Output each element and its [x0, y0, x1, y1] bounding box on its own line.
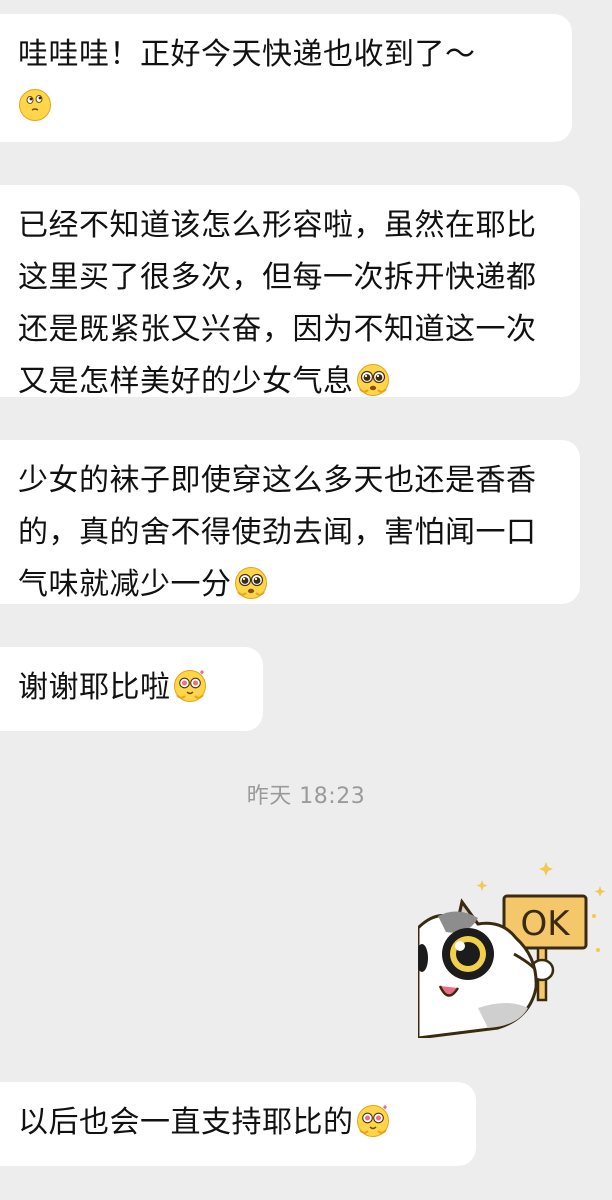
message-bubble[interactable]: 已经不知道该怎么形容啦，虽然在耶比这里买了很多次，但每一次拆开快递都还是既紧张又…: [0, 185, 580, 399]
message-timestamp: 昨天 18:23: [246, 784, 366, 809]
message-bubble[interactable]: 谢谢耶比啦: [0, 647, 263, 731]
cat-ok-sign-sticker[interactable]: OK: [418, 858, 608, 1038]
message-text: 已经不知道该怎么形容啦，虽然在耶比这里买了很多次，但每一次拆开快递都还是既紧张又…: [18, 208, 537, 399]
message-bubble[interactable]: 哇哇哇！正好今天快递也收到了～: [0, 14, 572, 142]
message-text: 少女的袜子即使穿这么多天也还是香香的，真的舍不得使劲去闻，害怕闻一口气味就减少一…: [18, 463, 537, 602]
chat-history[interactable]: 哇哇哇！正好今天快递也收到了～ 已经不知道该怎么形容啦，虽然在耶比这里买了很多次…: [0, 0, 612, 1200]
pleading-face-emoji-icon: [234, 566, 268, 600]
message-text: 以后也会一直支持耶比的: [18, 1105, 354, 1140]
message-text: 哇哇哇！正好今天快递也收到了～: [18, 37, 476, 72]
thinking-face-emoji-icon: [18, 88, 52, 122]
heart-eyes-pleading-emoji-icon: [173, 669, 207, 703]
pleading-face-emoji-icon: [356, 363, 390, 397]
message-bubble[interactable]: 少女的袜子即使穿这么多天也还是香香的，真的舍不得使劲去闻，害怕闻一口气味就减少一…: [0, 440, 580, 604]
heart-eyes-pleading-emoji-icon: [356, 1104, 390, 1138]
sticker-sign-text: OK: [520, 904, 571, 944]
message-bubble[interactable]: 以后也会一直支持耶比的: [0, 1082, 476, 1166]
message-text: 谢谢耶比啦: [18, 670, 171, 705]
